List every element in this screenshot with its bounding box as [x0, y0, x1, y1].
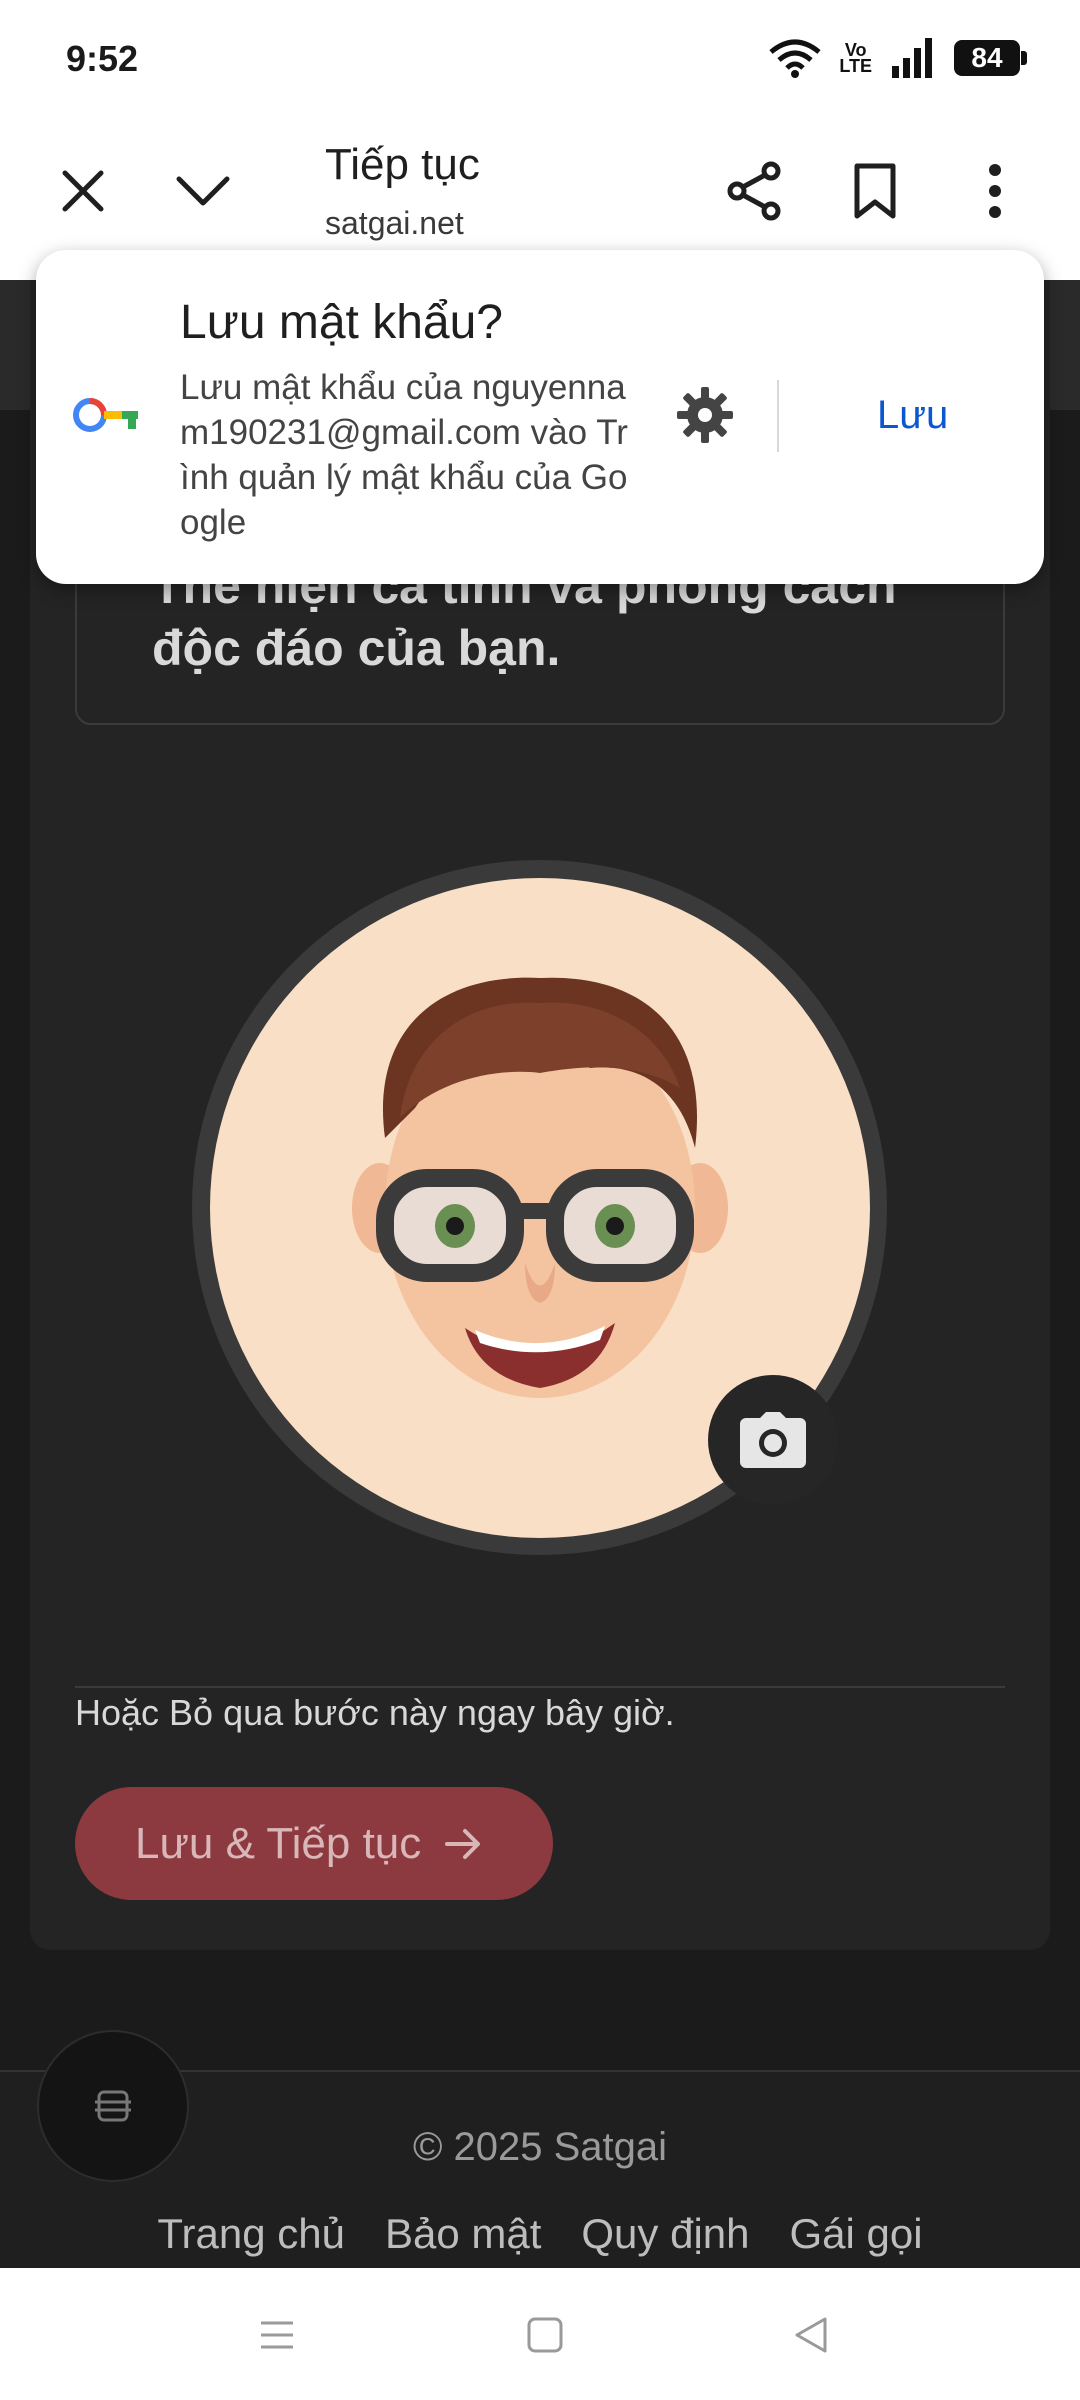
- nav-back-button[interactable]: [776, 2300, 846, 2370]
- wifi-icon: [769, 39, 821, 78]
- save-password-description: Lưu mật khẩu của nguyennam190231@gmail.c…: [180, 368, 628, 542]
- back-triangle-icon: [795, 2317, 827, 2353]
- more-options-button[interactable]: [950, 146, 1040, 236]
- menu-lines-icon: [261, 2321, 293, 2349]
- battery-icon: 84: [954, 40, 1027, 76]
- share-button[interactable]: [710, 146, 800, 236]
- save-continue-label: Lưu & Tiếp tục: [135, 1818, 422, 1868]
- footer-link-rules[interactable]: Quy định: [581, 2210, 749, 2258]
- footer-link-privacy[interactable]: Bảo mật: [385, 2210, 541, 2258]
- prompt-separator: [777, 380, 779, 452]
- password-settings-button[interactable]: [670, 380, 740, 450]
- camera-icon: [740, 1412, 806, 1468]
- nav-recents-button[interactable]: [242, 2300, 312, 2370]
- nav-home-button[interactable]: [510, 2300, 580, 2370]
- footer-link-home[interactable]: Trang chủ: [157, 2210, 345, 2258]
- footer-links: Trang chủ Bảo mật Quy định Gái gọi: [0, 2210, 1080, 2258]
- skip-step-link[interactable]: Hoặc Bỏ qua bước này ngay bây giờ.: [75, 1692, 675, 1734]
- signal-icon: [892, 38, 932, 78]
- footer-link-other[interactable]: Gái gọi: [790, 2210, 923, 2258]
- reader-mode-icon: [95, 2090, 131, 2122]
- save-password-button[interactable]: Lưu: [877, 393, 948, 438]
- divider: [75, 1686, 1005, 1688]
- google-password-key-icon: [73, 398, 138, 432]
- volte-icon: Vo LTE: [839, 40, 872, 76]
- more-vert-icon: [989, 164, 1001, 218]
- home-square-icon: [527, 2317, 563, 2353]
- status-icons: Vo LTE 84: [769, 38, 1027, 78]
- page-url[interactable]: satgai.net: [325, 205, 464, 242]
- share-icon: [727, 161, 781, 221]
- footer-copyright: © 2025 Satgai: [412, 2125, 668, 2169]
- close-tab-button[interactable]: [38, 146, 128, 236]
- status-time: 9:52: [66, 38, 139, 79]
- save-continue-button[interactable]: Lưu & Tiếp tục: [75, 1787, 553, 1900]
- arrow-right-icon: [445, 1828, 481, 1859]
- save-password-title: Lưu mật khẩu?: [180, 296, 503, 349]
- minimize-button[interactable]: [158, 146, 248, 236]
- page-title: Tiếp tục: [325, 140, 480, 189]
- bookmark-icon: [854, 163, 896, 219]
- close-icon: [62, 170, 104, 212]
- bookmark-button[interactable]: [830, 146, 920, 236]
- chevron-down-icon: [176, 176, 230, 206]
- change-avatar-camera-button[interactable]: [708, 1375, 838, 1505]
- gear-icon: [677, 387, 733, 443]
